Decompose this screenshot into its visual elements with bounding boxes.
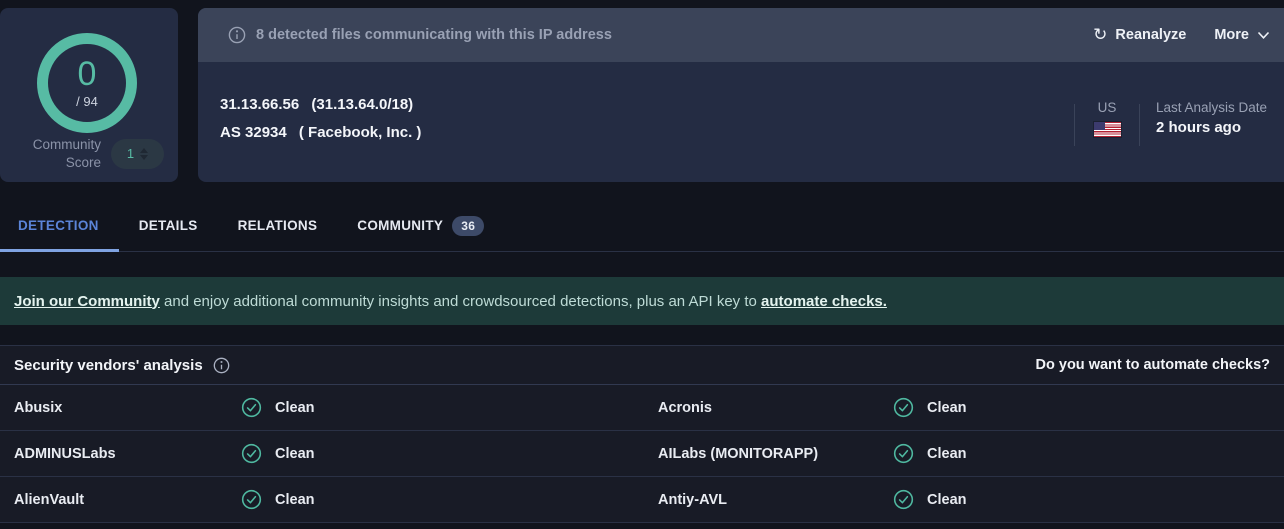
asn-line: AS 32934 ( Facebook, Inc. ) xyxy=(220,124,421,141)
automate-checks-link[interactable]: automate checks. xyxy=(761,293,887,310)
last-analysis-label: Last Analysis Date xyxy=(1156,100,1274,115)
tab-details[interactable]: DETAILS xyxy=(119,200,218,251)
tab-bar: DETECTION DETAILS RELATIONS COMMUNITY 36 xyxy=(0,200,1284,252)
community-score-card: 0 / 94 Community Score 1 xyxy=(0,8,178,182)
vendor-name: ADMINUSLabs xyxy=(14,446,241,462)
us-flag-icon xyxy=(1094,122,1121,137)
asn: AS 32934 xyxy=(220,124,287,141)
vendors-analysis-table: Abusix Clean Acronis Clean ADMINUSLabs xyxy=(0,385,1284,523)
verdict-label: Clean xyxy=(275,400,315,416)
ip-info-card: 8 detected files communicating with this… xyxy=(198,8,1284,182)
table-row: AlienVault Clean Antiy-AVL Clean xyxy=(0,477,1284,523)
automate-checks-question-link[interactable]: Do you want to automate checks? xyxy=(1036,357,1270,373)
verdict-label: Clean xyxy=(275,446,315,462)
vendor-verdict: Clean xyxy=(241,397,658,418)
tab-detection-label: DETECTION xyxy=(18,218,99,233)
detection-score-total: / 94 xyxy=(76,94,98,109)
clean-check-icon xyxy=(893,443,914,464)
detected-files-text: 8 detected files communicating with this… xyxy=(256,27,612,43)
last-analysis-block: Last Analysis Date 2 hours ago xyxy=(1156,100,1274,136)
vendor-verdict: Clean xyxy=(893,489,1284,510)
community-count-badge: 36 xyxy=(452,216,484,236)
vendors-analysis-header: Security vendors' analysis Do you want t… xyxy=(0,345,1284,385)
ip-summary-section: 0 / 94 Community Score 1 xyxy=(0,8,1284,182)
detection-score-gauge: 0 / 94 xyxy=(37,33,137,133)
reanalyze-button[interactable]: ↻ Reanalyze xyxy=(1093,27,1186,44)
vendor-name: Abusix xyxy=(14,400,241,416)
tab-details-label: DETAILS xyxy=(139,218,198,233)
vendor-name: AILabs (MONITORAPP) xyxy=(658,446,893,462)
community-score-footer: Community Score 1 xyxy=(0,136,164,172)
country-code: US xyxy=(1098,100,1117,115)
clean-check-icon xyxy=(241,397,262,418)
chevron-down-icon xyxy=(1257,31,1270,40)
vendor-verdict: Clean xyxy=(893,397,1284,418)
strip-actions: ↻ Reanalyze More xyxy=(1093,27,1270,44)
vendor-verdict: Clean xyxy=(241,443,658,464)
community-score-stepper-value: 1 xyxy=(127,146,134,161)
tab-community[interactable]: COMMUNITY 36 xyxy=(337,200,504,251)
banner-middle-text: and enjoy additional community insights … xyxy=(160,293,761,310)
reanalyze-label: Reanalyze xyxy=(1115,27,1186,43)
table-row: ADMINUSLabs Clean AILabs (MONITORAPP) Cl… xyxy=(0,431,1284,477)
tab-community-label: COMMUNITY xyxy=(357,218,443,233)
tab-detection[interactable]: DETECTION xyxy=(0,200,119,251)
more-button[interactable]: More xyxy=(1214,27,1270,43)
stepper-down-icon[interactable] xyxy=(140,155,148,160)
clean-check-icon xyxy=(241,489,262,510)
community-score-label: Community Score xyxy=(25,136,101,172)
more-label: More xyxy=(1214,27,1249,43)
ip-address: 31.13.66.56 xyxy=(220,96,299,113)
clean-check-icon xyxy=(893,397,914,418)
detected-files-notice: 8 detected files communicating with this… xyxy=(228,26,612,44)
table-row: Abusix Clean Acronis Clean xyxy=(0,385,1284,431)
last-analysis-value: 2 hours ago xyxy=(1156,119,1274,136)
join-community-banner: Join our Community and enjoy additional … xyxy=(0,277,1284,325)
vendor-verdict: Clean xyxy=(893,443,1284,464)
refresh-icon: ↻ xyxy=(1093,26,1107,43)
vendor-verdict: Clean xyxy=(241,489,658,510)
ip-network: (31.13.64.0/18) xyxy=(311,96,413,113)
vendors-analysis-title-group: Security vendors' analysis xyxy=(14,357,230,374)
verdict-label: Clean xyxy=(275,492,315,508)
clean-check-icon xyxy=(893,489,914,510)
ip-meta: US Last Analysis Date 2 hours ago xyxy=(1074,100,1274,146)
detected-files-strip: 8 detected files communicating with this… xyxy=(198,8,1284,62)
ip-info-body: 31.13.66.56 (31.13.64.0/18) AS 32934 ( F… xyxy=(198,62,1284,182)
community-score-stepper[interactable]: 1 xyxy=(111,139,164,169)
meta-divider xyxy=(1139,104,1140,146)
as-owner: ( Facebook, Inc. ) xyxy=(299,124,422,141)
vendors-analysis-title: Security vendors' analysis xyxy=(14,357,203,374)
tab-relations[interactable]: RELATIONS xyxy=(218,200,338,251)
banner-text: Join our Community and enjoy additional … xyxy=(14,293,887,310)
tab-relations-label: RELATIONS xyxy=(238,218,318,233)
info-icon[interactable] xyxy=(213,357,230,374)
verdict-label: Clean xyxy=(927,400,967,416)
stepper-arrows-icon[interactable] xyxy=(140,148,148,160)
ip-address-line: 31.13.66.56 (31.13.64.0/18) xyxy=(220,96,413,113)
vendor-name: AlienVault xyxy=(14,492,241,508)
detection-score-value: 0 xyxy=(78,57,97,91)
country-block: US xyxy=(1075,100,1139,137)
vendor-name: Antiy-AVL xyxy=(658,492,893,508)
verdict-label: Clean xyxy=(927,492,967,508)
vendor-name: Acronis xyxy=(658,400,893,416)
info-icon xyxy=(228,26,246,44)
stepper-up-icon[interactable] xyxy=(140,148,148,153)
verdict-label: Clean xyxy=(927,446,967,462)
join-community-link[interactable]: Join our Community xyxy=(14,293,160,310)
clean-check-icon xyxy=(241,443,262,464)
